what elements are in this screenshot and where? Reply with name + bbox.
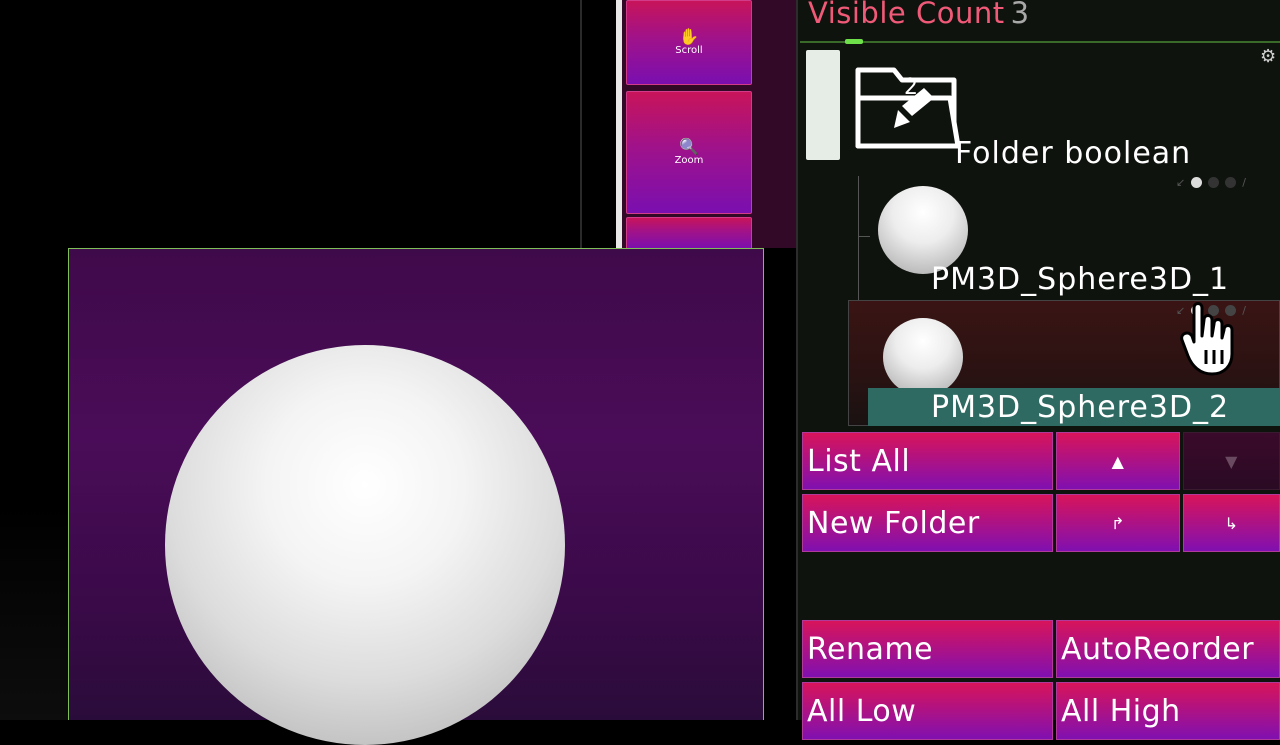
visible-count: Visible Count 3 [808, 0, 1030, 30]
folder-name: Folder boolean [955, 136, 1192, 171]
auto-reorder-button[interactable]: AutoReorder [1056, 620, 1280, 678]
all-low-button[interactable]: All Low [802, 682, 1053, 740]
arrow-up-icon: ▲ [1111, 451, 1125, 471]
move-up-button[interactable]: ▲ [1056, 432, 1180, 490]
subtool-name-2[interactable]: PM3D_Sphere3D_2 [931, 390, 1229, 425]
new-folder-button[interactable]: New Folder [802, 494, 1053, 552]
scroll-button[interactable]: ✋ Scroll [626, 0, 752, 85]
move-right-button[interactable]: ↳ [1183, 494, 1280, 552]
subtool-thumbnail[interactable] [878, 186, 968, 274]
move-right-icon: ↳ [1224, 513, 1239, 533]
zoom-button[interactable]: 🔍 Zoom [626, 91, 752, 214]
canvas-edge-divider [580, 0, 582, 248]
shelf-edge [616, 0, 622, 248]
arrow-down-icon: ▼ [1225, 451, 1238, 471]
polygroup-icon[interactable] [1225, 177, 1237, 188]
mode-icon[interactable] [1208, 177, 1220, 188]
folder-toggle-bar[interactable] [806, 50, 840, 160]
visible-count-label: Visible Count [808, 0, 1005, 30]
tree-branch [858, 236, 870, 237]
brush-icon: / [1242, 176, 1246, 189]
scroll-icon: ✋ [679, 27, 699, 46]
move-down-button[interactable]: ▼ [1183, 432, 1280, 490]
rename-button[interactable]: Rename [802, 620, 1053, 678]
zoom-icon: 🔍 [679, 137, 699, 156]
gear-icon[interactable]: ⚙ [1260, 46, 1276, 67]
move-up-right-button[interactable]: ↱ [1056, 494, 1180, 552]
list-all-button[interactable]: List All [802, 432, 1053, 490]
scroll-label: Scroll [675, 45, 703, 56]
visible-count-value: 3 [1010, 0, 1030, 30]
subtool-thumbnail[interactable] [883, 318, 963, 396]
hand-cursor-icon [1180, 302, 1234, 376]
folder-badge: 2 [904, 75, 918, 100]
shelf-button-partial[interactable] [626, 217, 752, 250]
zoom-label: Zoom [674, 155, 704, 166]
arrow-icon: ↙ [1176, 176, 1186, 189]
subtool-name-1[interactable]: PM3D_Sphere3D_1 [931, 262, 1229, 297]
all-high-button[interactable]: All High [1056, 682, 1280, 740]
folder-brush-icon[interactable]: 2 [854, 58, 964, 154]
sphere-mesh[interactable] [165, 345, 565, 745]
visibility-icon[interactable] [1191, 177, 1203, 188]
move-up-right-icon: ↱ [1111, 513, 1125, 533]
folder-row-icons: ↙ / [1176, 176, 1246, 189]
visible-count-slider-knob[interactable] [845, 39, 863, 44]
visible-count-slider-track[interactable] [800, 41, 1280, 43]
